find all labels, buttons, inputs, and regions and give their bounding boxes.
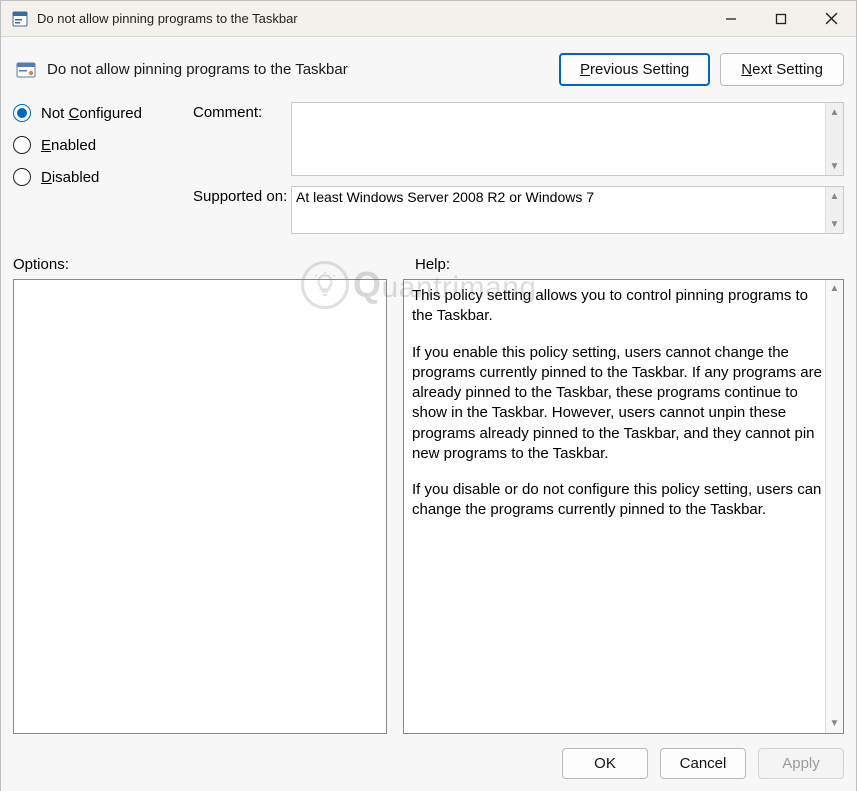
- comment-label: Comment:: [193, 102, 291, 176]
- maximize-button[interactable]: [756, 1, 806, 36]
- dialog-footer: OK Cancel Apply: [13, 734, 844, 779]
- ok-button[interactable]: OK: [562, 748, 648, 779]
- cancel-button[interactable]: Cancel: [660, 748, 746, 779]
- options-panel: [13, 279, 387, 734]
- comment-textbox[interactable]: ▲ ▼: [291, 102, 844, 176]
- scroll-up-icon[interactable]: ▲: [826, 103, 843, 121]
- scrollbar[interactable]: ▲ ▼: [825, 280, 843, 733]
- previous-setting-button[interactable]: Previous Setting: [559, 53, 710, 86]
- window-controls: [706, 1, 856, 36]
- next-setting-button[interactable]: Next Setting: [720, 53, 844, 86]
- minimize-button[interactable]: [706, 1, 756, 36]
- window-title: Do not allow pinning programs to the Tas…: [37, 11, 706, 26]
- supported-on-label: Supported on:: [193, 186, 291, 234]
- scrollbar[interactable]: ▲ ▼: [825, 187, 843, 233]
- radio-icon: [13, 168, 31, 186]
- scroll-up-icon[interactable]: ▲: [826, 187, 843, 205]
- state-radio-group: Not Configured Enabled Disabled: [13, 102, 193, 244]
- help-panel: This policy setting allows you to contro…: [403, 279, 844, 734]
- scroll-down-icon[interactable]: ▼: [826, 715, 843, 733]
- header-row: Do not allow pinning programs to the Tas…: [13, 47, 844, 102]
- help-paragraph: If you disable or do not configure this …: [412, 480, 823, 521]
- close-button[interactable]: [806, 1, 856, 36]
- options-label: Options:: [13, 256, 415, 273]
- help-label: Help:: [415, 256, 450, 273]
- policy-icon: [15, 59, 37, 81]
- scroll-down-icon[interactable]: ▼: [826, 215, 843, 233]
- scrollbar[interactable]: ▲ ▼: [825, 103, 843, 175]
- titlebar: Do not allow pinning programs to the Tas…: [1, 1, 856, 37]
- radio-not-configured[interactable]: Not Configured: [13, 104, 193, 122]
- radio-disabled[interactable]: Disabled: [13, 168, 193, 186]
- help-paragraph: If you enable this policy setting, users…: [412, 343, 823, 465]
- radio-enabled[interactable]: Enabled: [13, 136, 193, 154]
- supported-on-textbox: At least Windows Server 2008 R2 or Windo…: [291, 186, 844, 234]
- policy-title: Do not allow pinning programs to the Tas…: [47, 61, 348, 78]
- scroll-up-icon[interactable]: ▲: [826, 280, 843, 298]
- radio-icon: [13, 136, 31, 154]
- help-paragraph: This policy setting allows you to contro…: [412, 286, 823, 327]
- radio-icon: [13, 104, 31, 122]
- apply-button: Apply: [758, 748, 844, 779]
- gpedit-policy-icon: [11, 10, 29, 28]
- scroll-down-icon[interactable]: ▼: [826, 157, 843, 175]
- client-area: Do not allow pinning programs to the Tas…: [1, 37, 856, 791]
